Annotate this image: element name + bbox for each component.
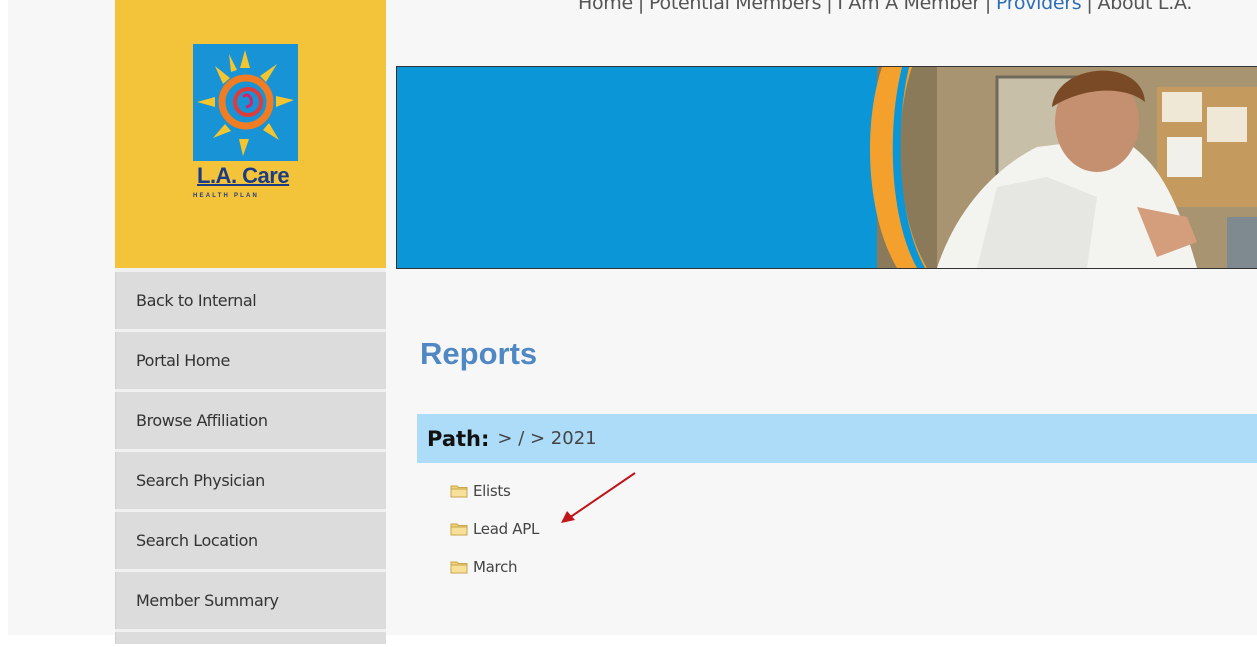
- header-banner: [396, 66, 1257, 269]
- sidebar-item-search-physician[interactable]: Search Physician: [115, 452, 386, 509]
- sidebar-item-search-location[interactable]: Search Location: [115, 512, 386, 569]
- sidebar-item-browse-affiliation[interactable]: Browse Affiliation: [115, 392, 386, 449]
- folder-item-lead-apl[interactable]: Lead APL: [450, 510, 539, 548]
- sidebar-item-partial[interactable]: [115, 632, 386, 644]
- folder-icon: [450, 561, 468, 574]
- nav-separator: |: [637, 0, 645, 14]
- folder-label: Elists: [473, 482, 511, 500]
- nav-about-link[interactable]: About L.A.: [1098, 0, 1193, 14]
- sidebar-item-portal-home[interactable]: Portal Home: [115, 332, 386, 389]
- logo-panel[interactable]: L.A. Care HEALTH PLAN: [115, 0, 386, 268]
- path-value[interactable]: > / > 2021: [497, 428, 596, 449]
- folder-icon: [450, 485, 468, 498]
- folder-item-march[interactable]: March: [450, 548, 539, 586]
- nav-home-link[interactable]: Home: [578, 0, 633, 14]
- folder-item-elists[interactable]: Elists: [450, 472, 539, 510]
- nav-separator: |: [1086, 0, 1093, 14]
- folder-label: Lead APL: [473, 520, 540, 538]
- nav-separator: |: [826, 0, 833, 14]
- sun-logo-icon: [193, 44, 298, 161]
- folder-icon: [450, 523, 468, 536]
- nav-separator: |: [984, 0, 991, 14]
- path-label: Path:: [427, 426, 490, 451]
- logo-subtitle: HEALTH PLAN: [193, 193, 260, 199]
- nav-potential-members-link[interactable]: Potential Members: [649, 0, 822, 14]
- banner-photo-image: [397, 67, 1257, 268]
- logo-name: L.A. Care: [197, 163, 290, 188]
- folder-label: March: [473, 558, 518, 576]
- breadcrumb-path: Path: > / > 2021: [417, 414, 1257, 463]
- top-navigation: Home | Potential Members | I Am A Member | Pro…: [578, 0, 1192, 14]
- sidebar-item-member-summary[interactable]: Member Summary: [115, 572, 386, 629]
- folder-list: Elists Lead APL March: [450, 472, 539, 586]
- nav-member-link[interactable]: I Am A Member: [837, 0, 980, 14]
- sidebar-navigation: Back to Internal Portal Home Browse Affi…: [115, 272, 386, 647]
- nav-providers-link[interactable]: Providers: [996, 0, 1082, 14]
- page-title: Reports: [420, 336, 538, 371]
- sidebar-item-back-to-internal[interactable]: Back to Internal: [115, 272, 386, 329]
- annotation-arrow-icon: [561, 472, 636, 523]
